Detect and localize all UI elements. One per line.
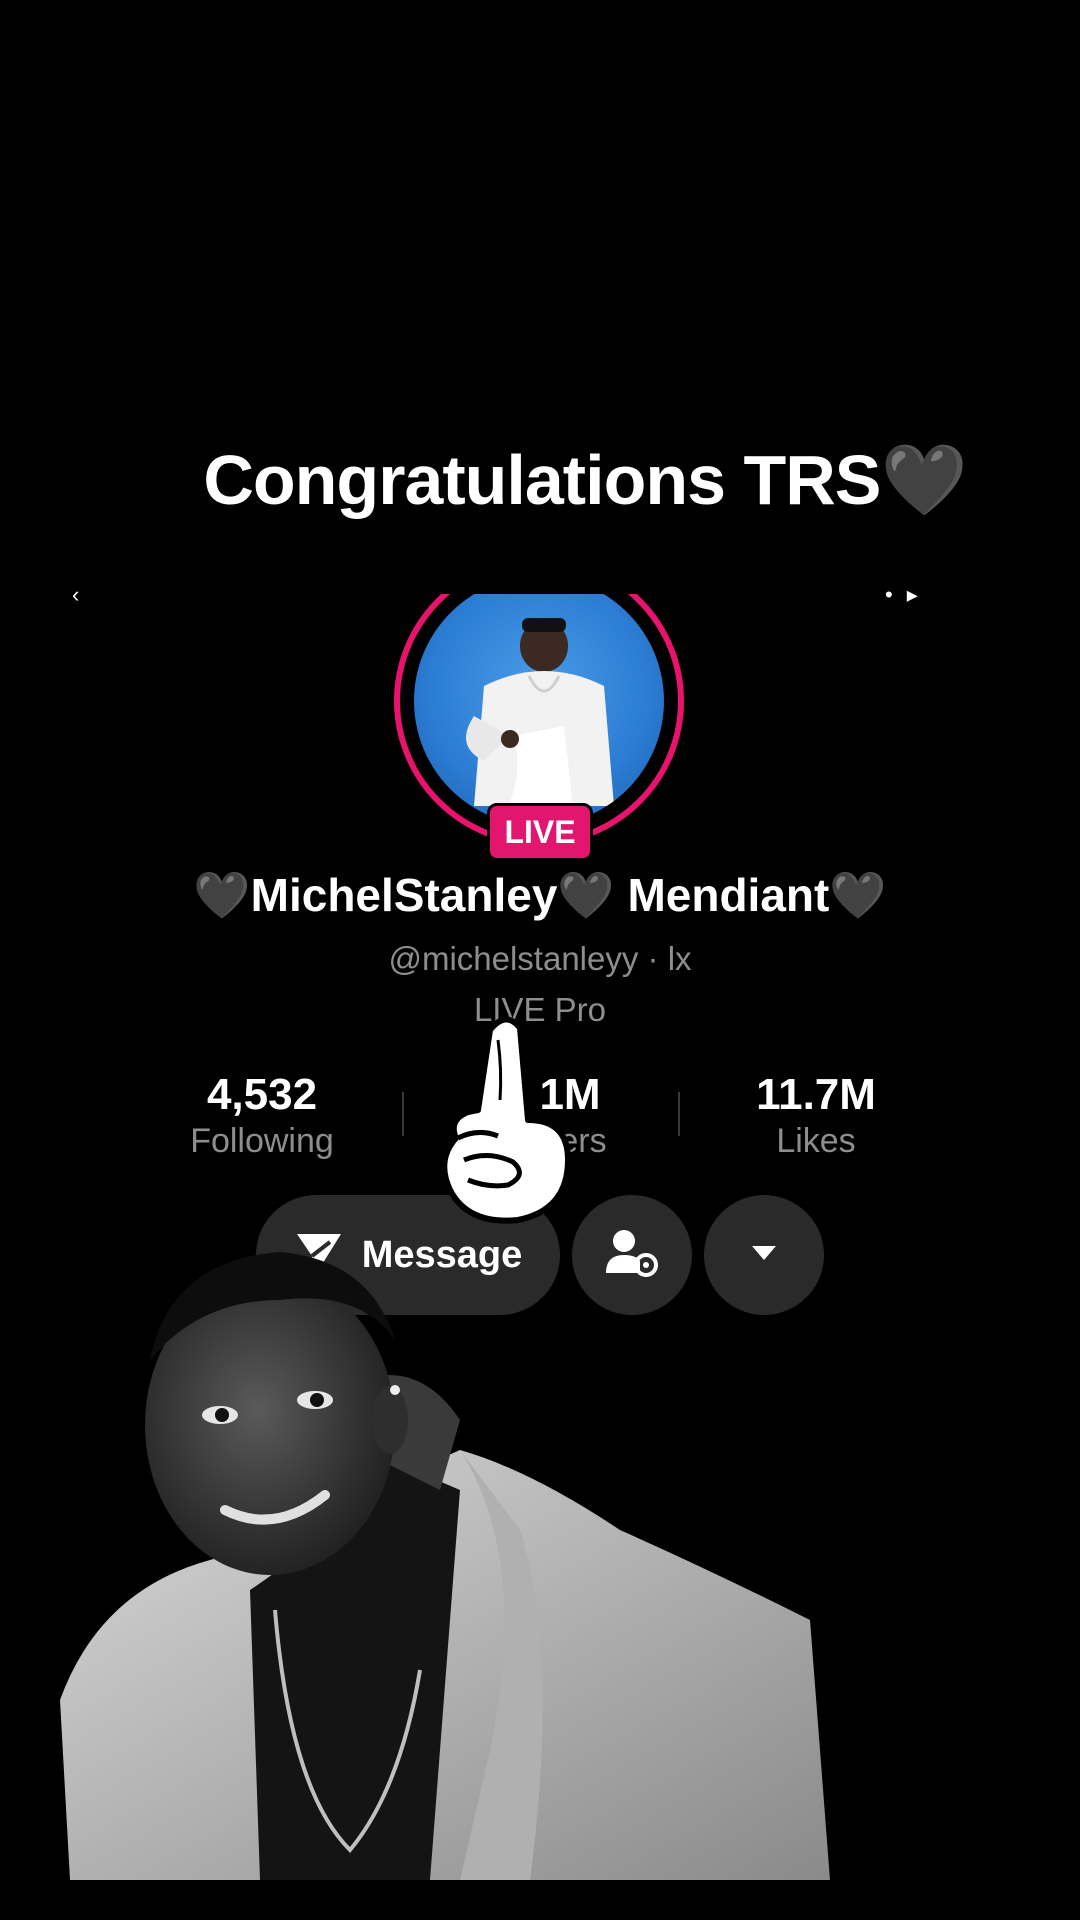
- pointing-hand-icon: [428, 1010, 588, 1230]
- person-photo: [60, 1230, 830, 1880]
- back-icon[interactable]: ‹: [72, 582, 79, 608]
- likes-label: Likes: [776, 1122, 856, 1160]
- username: @michelstanleyy · lx: [388, 940, 692, 977]
- stat-divider: [678, 1092, 680, 1136]
- stat-likes[interactable]: 11.7M Likes: [686, 1070, 946, 1162]
- following-label: Following: [190, 1122, 334, 1160]
- following-count: 4,532: [206, 1070, 318, 1119]
- top-right-icons[interactable]: •▸: [885, 582, 932, 608]
- avatar-image: [414, 594, 664, 826]
- display-name: 🖤MichelStanley🖤 Mendiant🖤: [193, 869, 887, 921]
- stat-divider: [402, 1092, 404, 1136]
- live-badge[interactable]: LIVE: [487, 803, 593, 861]
- congratulations-caption: Congratulations TRS🖤: [203, 441, 967, 519]
- stat-following[interactable]: 4,532 Following: [132, 1070, 392, 1162]
- likes-count: 11.7M: [756, 1070, 876, 1119]
